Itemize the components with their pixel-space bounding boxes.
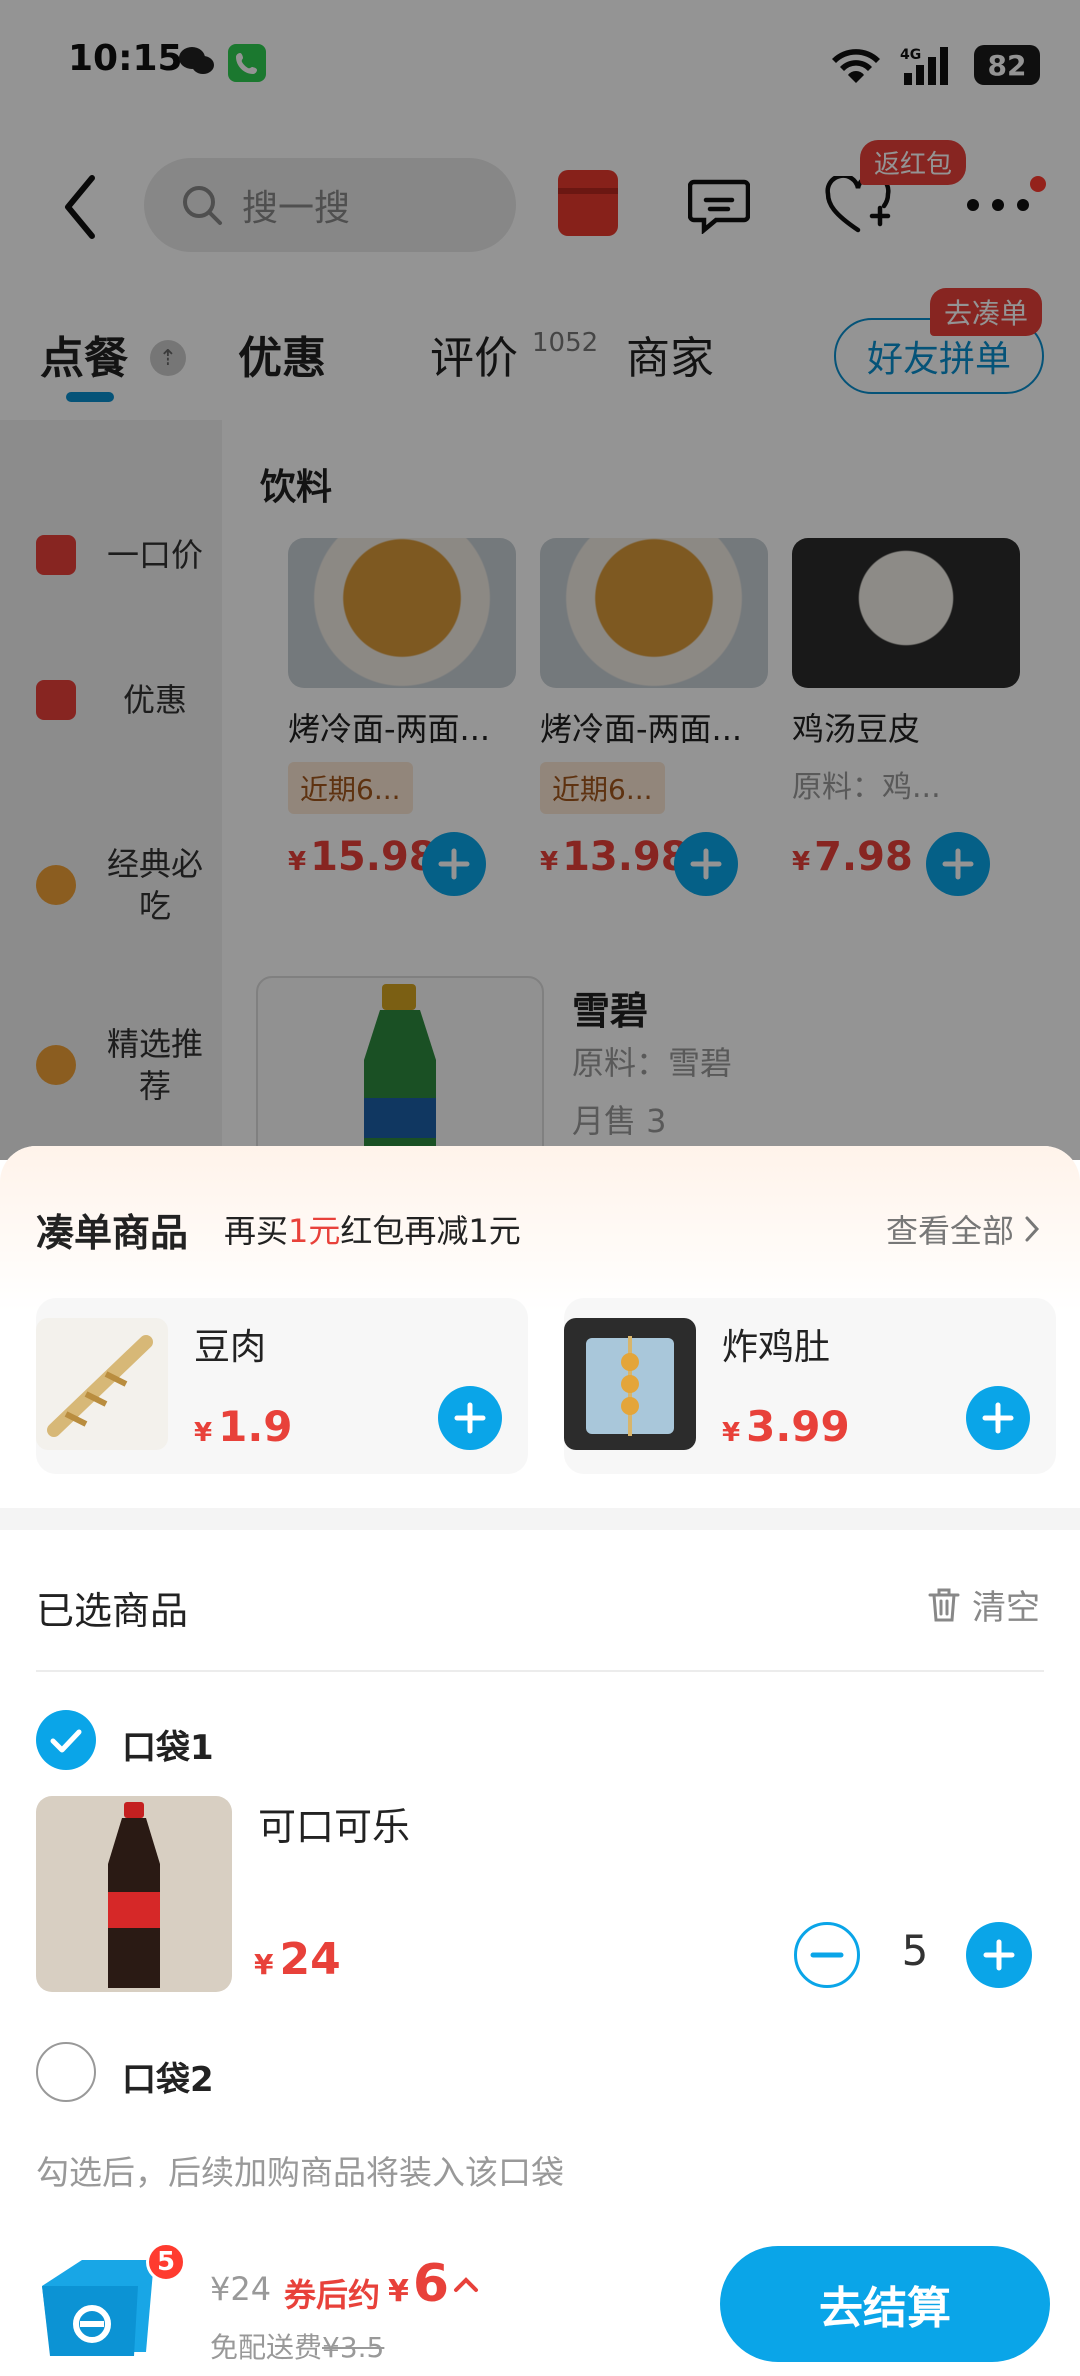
modal-backdrop[interactable]	[0, 0, 1080, 1160]
add-on-subtitle-post: 红包再减1元	[340, 1212, 521, 1250]
currency-symbol: ¥	[194, 1418, 213, 1448]
section-divider	[0, 1508, 1080, 1530]
currency-symbol: ¥	[388, 2274, 409, 2309]
add-button[interactable]	[438, 1386, 502, 1450]
product-name: 炸鸡肚	[722, 1327, 831, 1368]
add-on-subtitle: 再买1元红包再减1元	[224, 1206, 521, 1252]
cart-item-price-value: 24	[279, 1934, 341, 1985]
add-on-title: 凑单商品	[36, 1211, 189, 1255]
product-price-value: 3.99	[746, 1402, 850, 1451]
cart-count-badge: 5	[146, 2242, 186, 2282]
bag2-checkbox[interactable]	[36, 2042, 96, 2102]
delivery-free-label: 免配送费	[210, 2331, 323, 2364]
shopping-bag-icon[interactable]	[36, 2252, 164, 2362]
selected-items-title: 已选商品	[36, 1589, 189, 1633]
delivery-original-fee: ¥3.5	[322, 2331, 385, 2364]
product-price-value: 1.9	[218, 1402, 293, 1451]
product-name: 豆肉	[194, 1327, 267, 1368]
minus-icon	[810, 1952, 844, 1958]
clear-cart-button[interactable]: 清空	[928, 1580, 1040, 1629]
checkmark-icon	[50, 1729, 82, 1753]
product-image	[36, 1318, 168, 1450]
plus-icon	[454, 1402, 486, 1434]
bag2-label: 口袋2	[122, 2060, 214, 2100]
cart-sheet: 凑单商品 再买1元红包再减1元 查看全部 豆肉 ¥1.9 炸鸡肚 ¥3.99 已…	[0, 1146, 1080, 2376]
decrease-quantity-button[interactable]	[794, 1922, 860, 1988]
recommended-item[interactable]: 炸鸡肚 ¥3.99	[564, 1298, 1056, 1474]
plus-icon	[982, 1402, 1014, 1434]
chevron-right-icon	[1025, 1216, 1040, 1242]
recommended-item[interactable]: 豆肉 ¥1.9	[36, 1298, 528, 1474]
divider-line	[36, 1670, 1044, 1672]
bag1-checkbox[interactable]	[36, 1710, 96, 1770]
view-all-link[interactable]: 查看全部	[886, 1206, 1040, 1252]
clear-cart-label: 清空	[972, 1588, 1040, 1628]
add-button[interactable]	[966, 1386, 1030, 1450]
delivery-fee: 免配送费¥3.5	[210, 2326, 384, 2366]
product-image	[564, 1318, 696, 1450]
after-coupon-label: 券后约	[284, 2276, 381, 2314]
trash-icon	[928, 1588, 960, 1621]
bag-hint-text: 勾选后，后续加购商品将装入该口袋	[36, 2153, 564, 2192]
plus-icon	[983, 1939, 1015, 1971]
currency-symbol: ¥	[722, 1418, 741, 1448]
cart-item-name: 可口可乐	[258, 1805, 411, 1849]
original-total: ¥24	[210, 2270, 272, 2308]
chevron-up-icon[interactable]	[452, 2270, 480, 2298]
final-total-value: 6	[412, 2254, 450, 2314]
final-total: ¥6	[388, 2254, 449, 2314]
checkout-button[interactable]: 去结算	[720, 2246, 1050, 2362]
cart-item-price: ¥24	[254, 1934, 341, 1985]
product-price: ¥3.99	[722, 1402, 850, 1451]
product-price: ¥1.9	[194, 1402, 293, 1451]
checkout-bar: 5 ¥24 券后约 ¥6 免配送费¥3.5 去结算	[0, 2230, 1080, 2376]
add-on-amount: 1元	[288, 1212, 341, 1250]
cola-bottle-image	[108, 1802, 160, 1988]
increase-quantity-button[interactable]	[966, 1922, 1032, 1988]
cart-item-image	[36, 1796, 232, 1992]
currency-symbol: ¥	[254, 1948, 274, 1981]
add-on-subtitle-pre: 再买	[224, 1212, 289, 1250]
bag1-label: 口袋1	[122, 1728, 214, 1768]
view-all-label: 查看全部	[885, 1212, 1014, 1250]
quantity-value: 5	[901, 1926, 929, 1975]
